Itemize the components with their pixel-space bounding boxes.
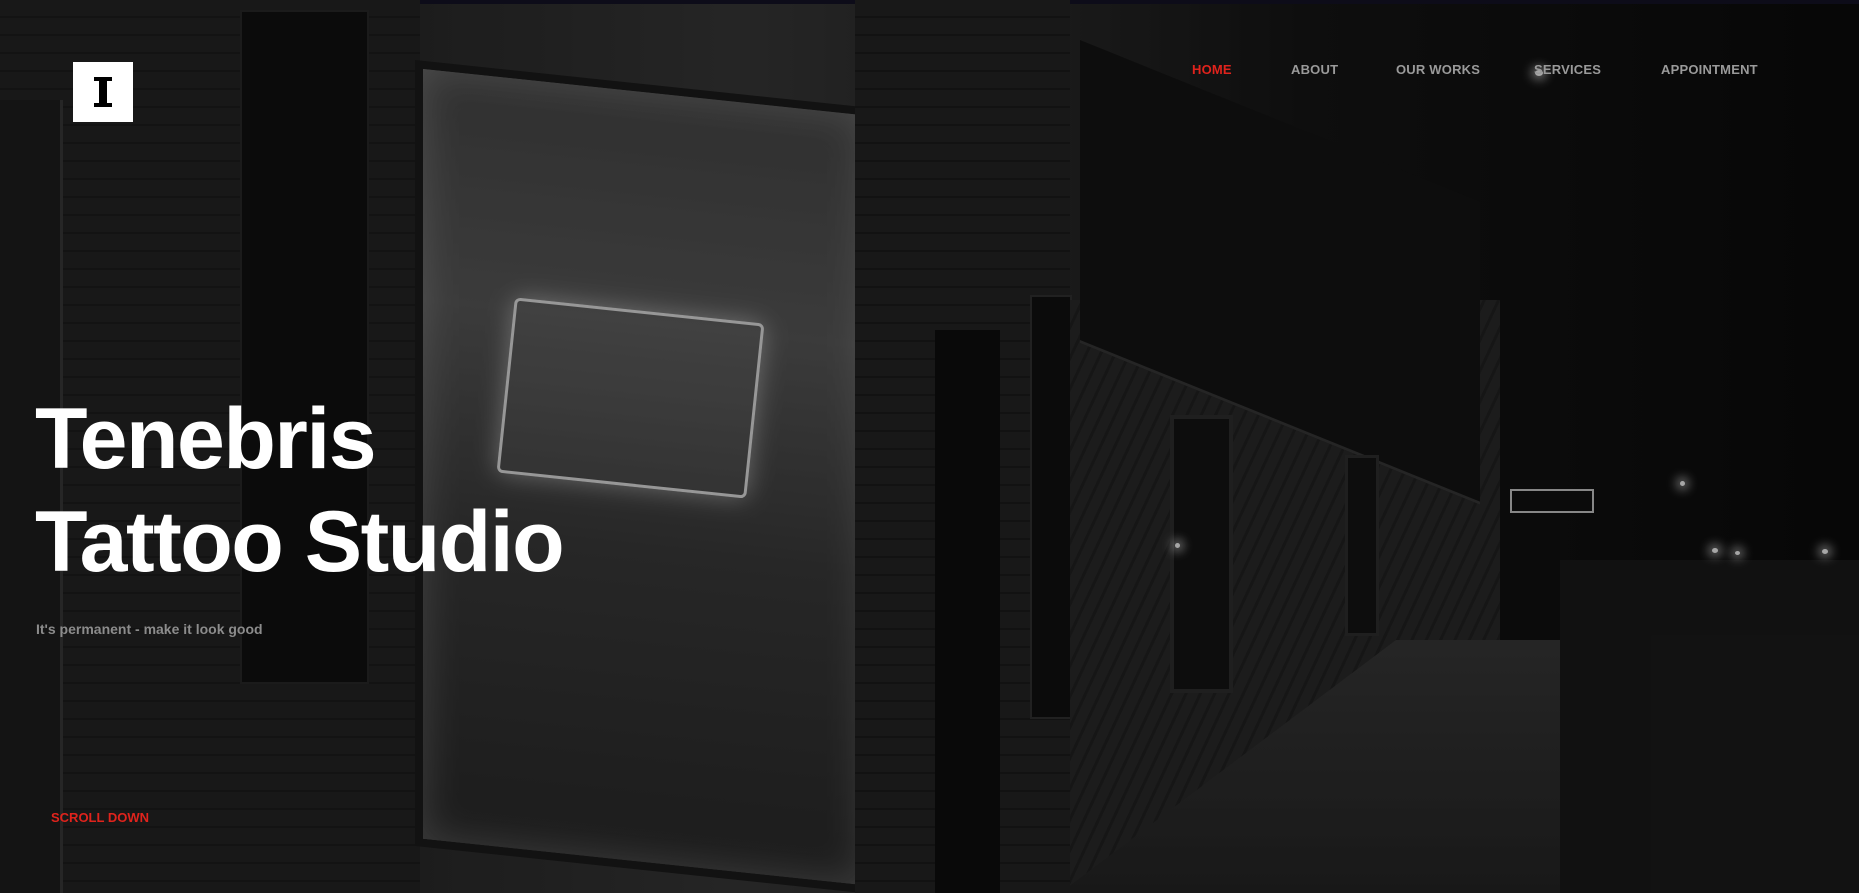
hero-title: Tenebris Tattoo Studio [35, 388, 565, 594]
nav-item-home[interactable]: HOME [1192, 62, 1232, 77]
hero-subtitle: It's permanent - make it look good [36, 621, 263, 637]
nav-item-about[interactable]: ABOUT [1291, 62, 1338, 77]
nav-item-appointment[interactable]: APPOINTMENT [1661, 62, 1758, 77]
main-nav: HOME ABOUT OUR WORKS SERVICES APPOINTMEN… [0, 62, 1859, 82]
hero-title-line-2: Tattoo Studio [35, 494, 565, 590]
nav-item-services[interactable]: SERVICES [1534, 62, 1601, 77]
hero-title-line-1: Tenebris [35, 391, 377, 487]
nav-item-our-works[interactable]: OUR WORKS [1396, 62, 1480, 77]
scroll-down-link[interactable]: SCROLL DOWN [51, 810, 149, 825]
